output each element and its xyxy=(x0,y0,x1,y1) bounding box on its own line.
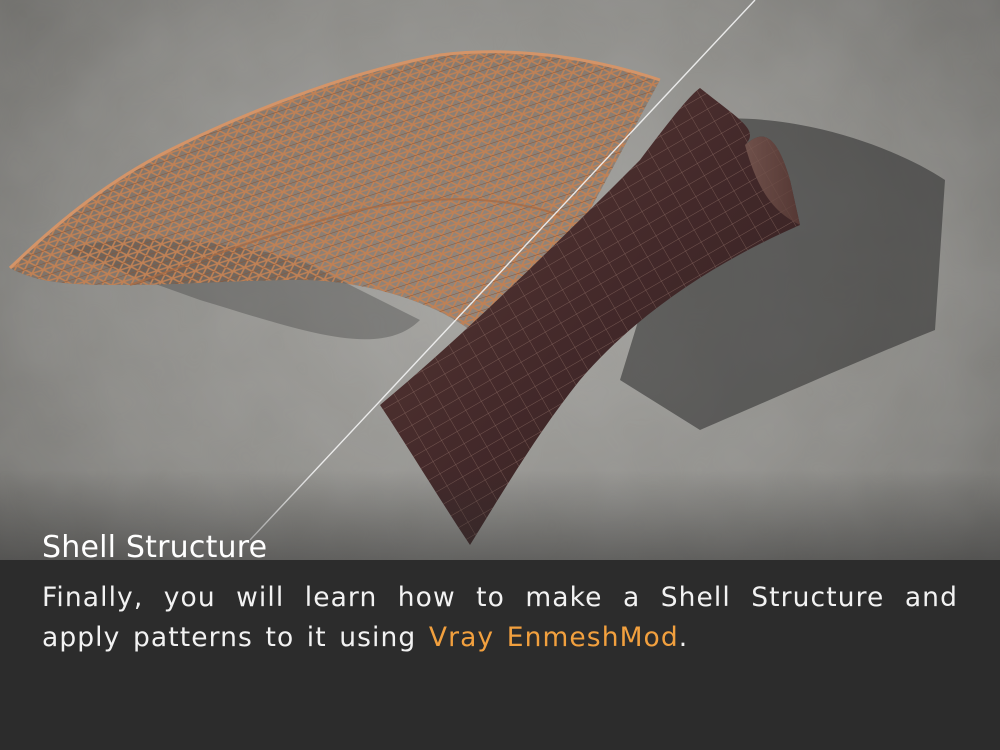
slide: Shell Structure Finally, you will learn … xyxy=(0,0,1000,750)
render-image xyxy=(0,0,1000,750)
